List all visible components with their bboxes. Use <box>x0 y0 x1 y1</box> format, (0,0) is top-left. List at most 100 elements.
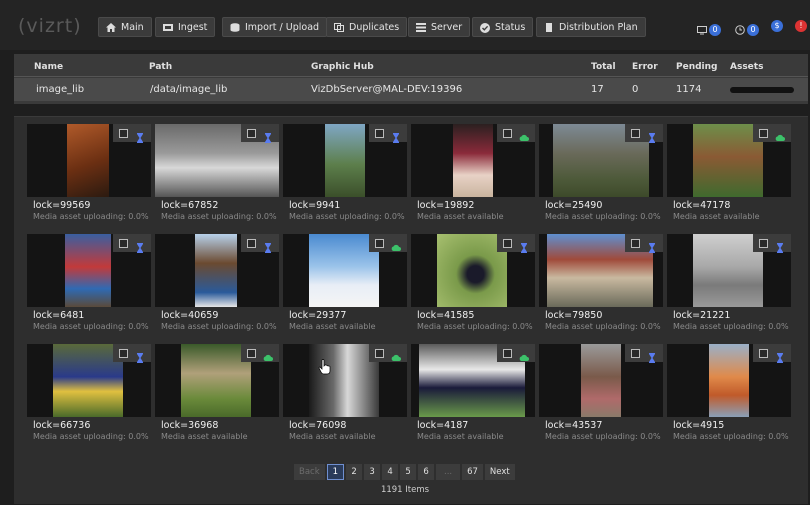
select-checkbox[interactable] <box>631 348 641 358</box>
nav-duplicates-button[interactable]: Duplicates <box>326 17 408 37</box>
select-checkbox[interactable] <box>631 238 641 248</box>
asset-card[interactable]: lock=67852 Media asset uploading: 0.0% <box>155 124 279 224</box>
asset-card[interactable]: lock=21221 Media asset uploading: 0.0% <box>667 234 791 334</box>
select-checkbox[interactable] <box>503 238 513 248</box>
page-button-1[interactable]: 1 <box>326 464 345 480</box>
asset-card[interactable]: lock=4187 Media asset available <box>411 344 535 444</box>
select-checkbox[interactable] <box>119 348 129 358</box>
check-circle-icon <box>480 22 490 33</box>
dollar-status[interactable]: $ <box>771 20 783 32</box>
clock-count-badge: 0 <box>747 23 759 36</box>
database-icon <box>230 22 240 32</box>
page-button-5[interactable]: 5 <box>400 464 417 480</box>
col-header-name: Name <box>34 62 64 72</box>
asset-thumbnail[interactable] <box>283 234 407 307</box>
select-checkbox[interactable] <box>247 238 257 248</box>
asset-thumbnail[interactable] <box>667 344 791 417</box>
autumn-leaves-image <box>709 344 749 417</box>
asset-card[interactable]: lock=19892 Media asset available <box>411 124 535 224</box>
page-button-6[interactable]: 6 <box>418 464 435 480</box>
pagination-ellipsis: ... <box>436 464 461 480</box>
page-button-3[interactable]: 3 <box>364 464 381 480</box>
pagination-back-button[interactable]: Back <box>294 464 325 480</box>
asset-thumbnail[interactable] <box>283 124 407 197</box>
asset-thumbnail[interactable] <box>283 344 407 417</box>
asset-thumbnail[interactable] <box>27 344 151 417</box>
nav-distribution-plan-button[interactable]: Distribution Plan <box>536 17 646 37</box>
select-checkbox[interactable] <box>247 128 257 138</box>
asset-card[interactable]: lock=6481 Media asset uploading: 0.0% <box>27 234 151 334</box>
page-button-last[interactable]: 67 <box>462 464 483 480</box>
monitor-status[interactable]: 0 <box>697 20 721 39</box>
nav-server-button[interactable]: Server <box>408 17 471 37</box>
nav-status-button[interactable]: Status <box>472 17 534 37</box>
select-checkbox[interactable] <box>375 238 385 248</box>
asset-thumbnail[interactable] <box>155 124 279 197</box>
alert-status[interactable]: ! <box>795 20 807 32</box>
page-button-4[interactable]: 4 <box>382 464 399 480</box>
asset-status: Media asset uploading: 0.0% <box>161 212 277 221</box>
asset-card[interactable]: lock=47178 Media asset available <box>667 124 791 224</box>
select-checkbox[interactable] <box>375 348 385 358</box>
cloud-icon <box>519 128 529 141</box>
ingest-icon <box>163 23 173 32</box>
asset-thumbnail[interactable] <box>539 344 663 417</box>
asset-card[interactable]: lock=76098 Media asset available <box>283 344 407 444</box>
asset-thumbnail[interactable] <box>411 124 535 197</box>
asset-controls <box>113 234 151 253</box>
asset-status: Media asset available <box>161 432 248 441</box>
clock-status[interactable]: 0 <box>735 20 759 39</box>
select-checkbox[interactable] <box>119 238 129 248</box>
asset-status: Media asset available <box>673 212 760 221</box>
select-checkbox[interactable] <box>503 348 513 358</box>
asset-thumbnail[interactable] <box>411 234 535 307</box>
asset-thumbnail[interactable] <box>667 124 791 197</box>
asset-card[interactable]: lock=43537 Media asset uploading: 0.0% <box>539 344 663 444</box>
asset-thumbnail[interactable] <box>411 344 535 417</box>
asset-card[interactable]: lock=25490 Media asset uploading: 0.0% <box>539 124 663 224</box>
asset-thumbnail[interactable] <box>539 234 663 307</box>
select-checkbox[interactable] <box>503 128 513 138</box>
asset-card[interactable]: lock=41585 Media asset uploading: 0.0% <box>411 234 535 334</box>
nav-ingest-button[interactable]: Ingest <box>155 17 216 37</box>
hourglass-icon <box>647 348 657 363</box>
asset-thumbnail[interactable] <box>27 234 151 307</box>
page-button-2[interactable]: 2 <box>346 464 363 480</box>
asset-card[interactable]: lock=66736 Media asset uploading: 0.0% <box>27 344 151 444</box>
nav-import-upload-button[interactable]: Import / Upload <box>222 17 328 37</box>
select-checkbox[interactable] <box>759 238 769 248</box>
asset-card[interactable]: lock=36968 Media asset available <box>155 344 279 444</box>
library-info-table: Name Path Graphic Hub Total Error Pendin… <box>14 54 808 104</box>
asset-thumbnail[interactable] <box>27 124 151 197</box>
hourglass-icon <box>391 128 401 143</box>
asset-thumbnail[interactable] <box>539 124 663 197</box>
asset-card[interactable]: lock=29377 Media asset available <box>283 234 407 334</box>
asset-card[interactable]: lock=40659 Media asset uploading: 0.0% <box>155 234 279 334</box>
asset-thumbnail[interactable] <box>155 234 279 307</box>
select-checkbox[interactable] <box>759 348 769 358</box>
asset-controls <box>241 344 279 362</box>
select-checkbox[interactable] <box>375 128 385 138</box>
asset-label: lock=66736 <box>33 420 91 431</box>
asset-thumbnail[interactable] <box>667 234 791 307</box>
asset-controls <box>369 124 407 143</box>
duplicates-icon <box>334 22 344 32</box>
portrait-image <box>195 234 237 307</box>
asset-label: lock=19892 <box>417 200 475 211</box>
asset-thumbnail[interactable] <box>155 344 279 417</box>
asset-card[interactable]: lock=4915 Media asset uploading: 0.0% <box>667 344 791 444</box>
select-checkbox[interactable] <box>759 128 769 138</box>
cell-total: 17 <box>591 84 604 95</box>
asset-label: lock=4915 <box>673 420 725 431</box>
asset-card[interactable]: lock=99569 Media asset uploading: 0.0% <box>27 124 151 224</box>
nav-main-button[interactable]: Main <box>98 17 152 37</box>
asset-card[interactable]: lock=9941 Media asset uploading: 0.0% <box>283 124 407 224</box>
pagination-next-button[interactable]: Next <box>484 464 515 480</box>
vizrt-logo: (vizrt) <box>18 15 82 37</box>
select-checkbox[interactable] <box>247 348 257 358</box>
select-checkbox[interactable] <box>631 128 641 138</box>
asset-card[interactable]: lock=79850 Media asset uploading: 0.0% <box>539 234 663 334</box>
select-checkbox[interactable] <box>119 128 129 138</box>
asset-status: Media asset uploading: 0.0% <box>545 432 661 441</box>
hourglass-icon <box>647 238 657 253</box>
